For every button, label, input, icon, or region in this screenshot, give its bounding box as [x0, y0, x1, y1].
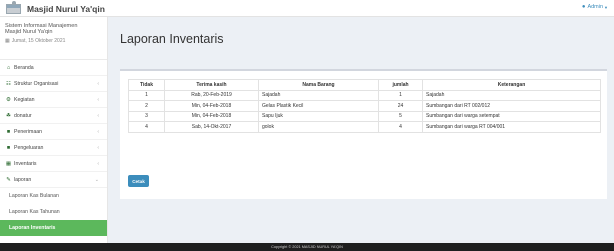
footer-copyright: Copyright © 2021 MASJID NURUL YA'QIN [0, 243, 614, 251]
sidebar-item-label: donatur [14, 112, 32, 119]
calendar-icon: ▦ [5, 37, 10, 44]
home-icon: ⌂ [6, 64, 11, 71]
column-header-tidak: Tidak [128, 79, 165, 91]
table-header-row: Tidak Terima kasih Nama Barang jumlah Ke… [128, 79, 601, 91]
main-content: Laporan Inventaris Tidak Terima kasih Na… [108, 17, 614, 243]
mosque-logo-icon [6, 1, 21, 14]
sidebar-item-beranda[interactable]: ⌂ Beranda [0, 60, 107, 76]
sidebar-item-inventaris[interactable]: ▦ Inventaris ‹ [0, 156, 107, 172]
sitemap-icon: ☷ [6, 80, 11, 87]
cell-description: Sajadah [422, 89, 601, 101]
app-title: Masjid Nurul Ya'qin [27, 4, 105, 14]
table-row: 1 Rab, 20-Feb-2019 Sajadah 1 Sajadah [128, 89, 601, 101]
inventory-icon: ▦ [5, 160, 12, 167]
column-header-jumlah: jumlah [378, 79, 423, 91]
sidebar-item-label: Kegiatan [14, 96, 35, 103]
current-date-text: Jumat, 15 Oktober 2021 [11, 37, 66, 44]
chevron-left-icon: ‹ [97, 112, 99, 119]
chevron-left-icon: ‹ [97, 128, 99, 135]
cell-description: Sumbangan dari warga RT 004/001 [422, 121, 601, 133]
page-title: Laporan Inventaris [120, 32, 224, 46]
chevron-down-icon: ⌄ [94, 176, 99, 183]
cell-item-name: Sajadah [258, 89, 379, 101]
cell-no: 3 [128, 110, 165, 122]
settings-icon: ⚙ [6, 96, 11, 103]
cell-quantity: 1 [378, 89, 423, 101]
submenu-item-kas-tahunan[interactable]: Laporan Kas Tahunan [0, 204, 107, 220]
cell-date: Sab, 14-Okt-2017 [164, 121, 259, 133]
sidebar: Sistem Informasi Manajemen Masjid Nurul … [0, 17, 108, 243]
table-row: 3 Min, 04-Feb-2018 Sapu Ijuk 5 Sumbangan… [128, 110, 601, 122]
sidebar-item-label: Penerimaan [14, 128, 42, 135]
column-header-terima-kasih: Terima kasih [164, 79, 259, 91]
brand[interactable]: Masjid Nurul Ya'qin [6, 1, 105, 15]
table-row: 2 Min, 04-Feb-2018 Gelas Plastik Kecil 2… [128, 100, 601, 112]
sidebar-item-kegiatan[interactable]: ⚙ Kegiatan ‹ [0, 92, 107, 108]
sidebar-item-laporan[interactable]: ✎ laporan ⌄ [0, 172, 107, 188]
user-icon: ● [581, 4, 586, 10]
chevron-left-icon: ‹ [97, 144, 99, 151]
table-row: 4 Sab, 14-Okt-2017 golok 4 Sumbangan dar… [128, 121, 601, 133]
sidebar-header: Sistem Informasi Manajemen Masjid Nurul … [0, 17, 107, 60]
cell-date: Min, 04-Feb-2018 [164, 110, 259, 122]
income-folder-icon: ■ [6, 128, 11, 135]
submenu-item-inventaris[interactable]: Laporan Inventaris [0, 220, 107, 236]
cell-no: 2 [128, 100, 165, 112]
user-label: Admin [587, 4, 604, 10]
sidebar-item-label: Beranda [14, 64, 34, 71]
inventory-table: Tidak Terima kasih Nama Barang jumlah Ke… [128, 79, 601, 133]
sidebar-item-label: Pengeluaran [14, 144, 44, 151]
user-menu[interactable]: ● Admin ▼ [582, 4, 608, 10]
report-box: Tidak Terima kasih Nama Barang jumlah Ke… [120, 69, 607, 199]
cell-no: 4 [128, 121, 165, 133]
caret-down-icon: ▼ [604, 4, 608, 10]
report-icon: ✎ [6, 176, 11, 183]
cell-item-name: Sapu Ijuk [258, 110, 379, 122]
sidebar-item-struktur-organisasi[interactable]: ☷ Struktur Organisasi ‹ [0, 76, 107, 92]
current-date: ▦ Jumat, 15 Oktober 2021 [5, 38, 107, 44]
submenu-item-label: Laporan Inventaris [9, 225, 56, 231]
cell-date: Min, 04-Feb-2018 [164, 100, 259, 112]
submenu-item-label: Laporan Kas Bulanan [9, 193, 59, 199]
chevron-left-icon: ‹ [97, 96, 99, 103]
submenu-item-kas-bulanan[interactable]: Laporan Kas Bulanan [0, 188, 107, 204]
sidebar-item-label: laporan [14, 176, 32, 183]
sidebar-item-label: Struktur Organisasi [14, 80, 59, 87]
cell-description: Sumbangan dari warga setempat [422, 110, 601, 122]
top-navbar: Masjid Nurul Ya'qin ● Admin ▼ [0, 0, 614, 17]
cell-item-name: Gelas Plastik Kecil [258, 100, 379, 112]
cell-quantity: 24 [378, 100, 423, 112]
cell-date: Rab, 20-Feb-2019 [164, 89, 259, 101]
cell-quantity: 4 [378, 121, 423, 133]
cell-quantity: 5 [378, 110, 423, 122]
sidebar-item-label: Inventaris [14, 160, 37, 167]
chevron-left-icon: ‹ [97, 160, 99, 167]
print-button[interactable]: Cetak [128, 175, 149, 187]
sidebar-item-donatur[interactable]: ☘ donatur ‹ [0, 108, 107, 124]
chevron-left-icon: ‹ [97, 80, 99, 87]
column-header-keterangan: Keterangan [422, 79, 601, 91]
cell-no: 1 [128, 89, 165, 101]
system-name-line2: Masjid Nurul Ya'qin [5, 29, 53, 36]
donor-icon: ☘ [6, 112, 11, 119]
sidebar-item-pengeluaran[interactable]: ■ Pengeluaran ‹ [0, 140, 107, 156]
column-header-nama-barang: Nama Barang [258, 79, 379, 91]
cell-item-name: golok [258, 121, 379, 133]
sidebar-item-penerimaan[interactable]: ■ Penerimaan ‹ [0, 124, 107, 140]
submenu-item-label: Laporan Kas Tahunan [9, 209, 60, 215]
expense-folder-icon: ■ [6, 144, 11, 151]
cell-description: Sumbangan dari RT 002/012 [422, 100, 601, 112]
